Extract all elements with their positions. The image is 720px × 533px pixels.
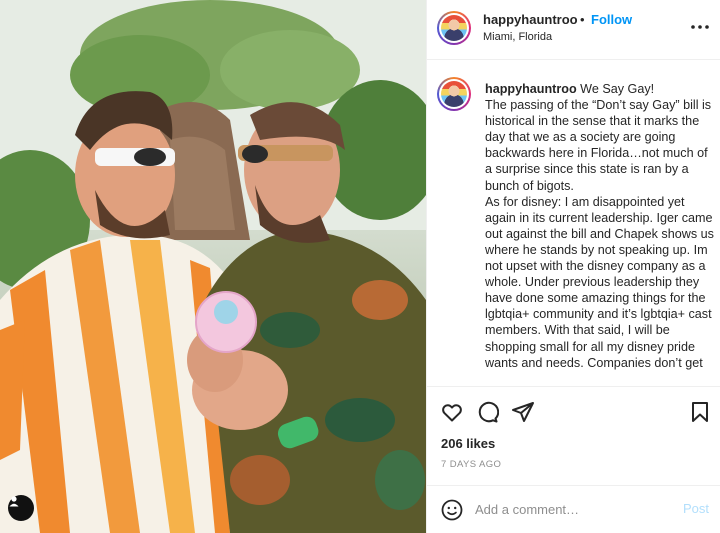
- caption-line-1: We Say Gay!: [580, 82, 655, 96]
- caption-line-3: As for disney: I am disappointed yet aga…: [485, 194, 714, 370]
- photo-illustration: [0, 0, 426, 533]
- user-tag-button[interactable]: [8, 495, 34, 521]
- like-button[interactable]: [440, 400, 464, 424]
- header-separator: •: [580, 12, 585, 27]
- more-horizontal-icon: [691, 25, 709, 29]
- post-header: happyhauntroo • Follow Miami, Florida: [427, 0, 720, 60]
- share-icon: [512, 402, 534, 422]
- save-button[interactable]: [688, 400, 712, 424]
- caption-avatar[interactable]: [437, 77, 471, 111]
- emoji-button[interactable]: [440, 498, 464, 522]
- share-button[interactable]: [511, 400, 535, 424]
- comments-area[interactable]: happyhauntroo We Say Gay! The passing of…: [427, 61, 720, 386]
- caption-username[interactable]: happyhauntroo: [485, 82, 577, 96]
- caption-line-2: The passing of the “Don’t say Gay” bill …: [485, 98, 712, 193]
- post-comment-button[interactable]: Post: [683, 501, 709, 516]
- add-comment-row: Post: [427, 485, 720, 533]
- post-photo[interactable]: [0, 0, 426, 533]
- more-options-button[interactable]: [689, 16, 711, 38]
- header-username[interactable]: happyhauntroo: [483, 12, 578, 27]
- comment-icon: [478, 401, 500, 423]
- post-side-panel: happyhauntroo • Follow Miami, Florida ha…: [426, 0, 720, 533]
- post-actions: 206 likes 7 DAYS AGO Post: [427, 386, 720, 533]
- comment-button[interactable]: [475, 400, 500, 424]
- heart-icon: [442, 404, 462, 422]
- bookmark-icon: [692, 402, 708, 422]
- post-timestamp[interactable]: 7 DAYS AGO: [441, 459, 501, 470]
- user-tag-icon: [9, 496, 19, 507]
- follow-button[interactable]: Follow: [591, 12, 632, 27]
- emoji-icon: [441, 499, 463, 521]
- caption-text: happyhauntroo We Say Gay! The passing of…: [485, 81, 715, 371]
- avatar[interactable]: [437, 11, 471, 45]
- add-comment-input[interactable]: [475, 498, 665, 520]
- location-link[interactable]: Miami, Florida: [483, 31, 552, 43]
- likes-count[interactable]: 206 likes: [441, 436, 495, 451]
